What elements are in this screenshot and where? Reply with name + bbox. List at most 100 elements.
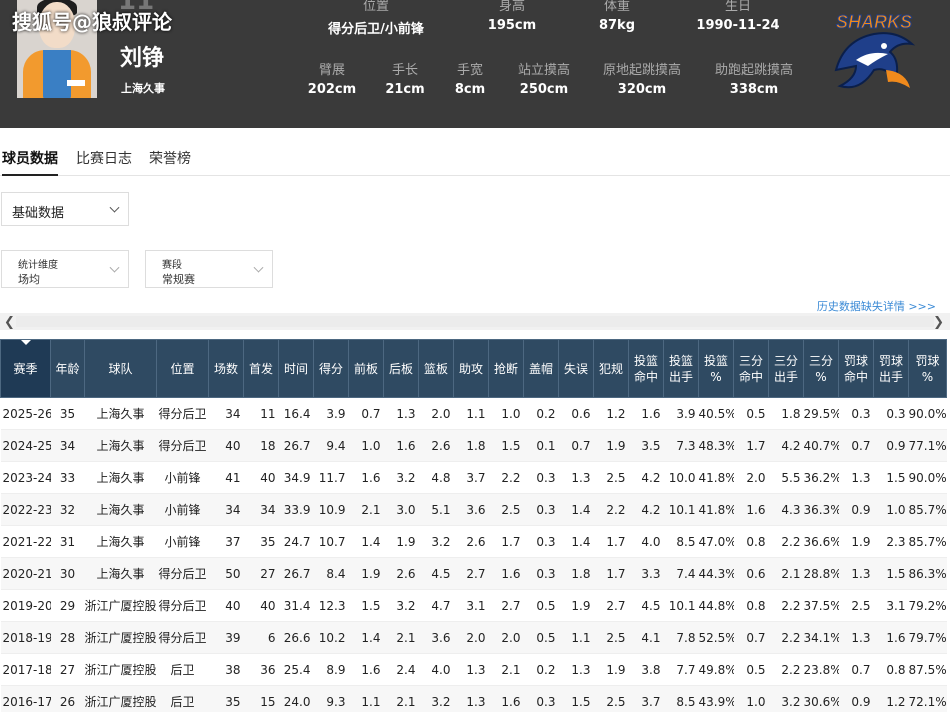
table-cell: 2018-19 (0, 621, 51, 654)
table-cell: 26.7 (278, 429, 314, 462)
table-cell: 0.9 (838, 685, 874, 712)
table-cell: 2.7 (488, 589, 524, 622)
table-cell: 6 (243, 621, 279, 654)
season-type-select[interactable]: 赛段 常规赛 (145, 250, 273, 288)
column-header[interactable]: 投篮% (698, 339, 734, 398)
table-cell: 34 (208, 397, 244, 430)
table-cell: 2.5 (838, 589, 874, 622)
tab-honors[interactable]: 荣誉榜 (149, 148, 191, 168)
column-header[interactable]: 罚球% (908, 339, 947, 398)
table-cell: 1.9 (383, 525, 419, 558)
column-header[interactable]: 抢断 (488, 339, 524, 398)
table-cell: 得分后卫 (156, 621, 209, 654)
column-header[interactable]: 后板 (383, 339, 419, 398)
table-cell: 50 (208, 557, 244, 590)
table-cell: 2.7 (453, 557, 489, 590)
column-header[interactable]: 前板 (348, 339, 384, 398)
table-cell: 72.1% (908, 685, 947, 712)
table-cell: 3.2 (383, 461, 419, 494)
column-header[interactable]: 三分% (803, 339, 839, 398)
profile-value: 得分后卫/小前锋 (328, 22, 424, 37)
column-header[interactable]: 场数 (208, 339, 244, 398)
table-cell: 2.2 (593, 493, 629, 526)
category-select[interactable]: 基础数据 (1, 192, 129, 226)
table-cell: 1.7 (593, 557, 629, 590)
table-cell: 12.3 (313, 589, 349, 622)
chevron-down-icon (109, 262, 120, 273)
table-cell: 35 (208, 685, 244, 712)
profile-weight: 体重 87kg (562, 0, 672, 33)
table-cell: 2023-24 (0, 461, 51, 494)
profile-value: 1990-11-24 (696, 18, 780, 33)
table-cell: 1.8 (768, 397, 804, 430)
column-header[interactable]: 盖帽 (523, 339, 559, 398)
table-row: 2019-20 29 浙江广厦控股 得分后卫 40 40 31.4 12.3 1.5 3.2 4.7… (0, 589, 947, 622)
scroll-right-icon[interactable]: ❯ (933, 315, 944, 330)
table-cell: 86.3% (908, 557, 947, 590)
column-header[interactable]: 失误 (558, 339, 594, 398)
column-header[interactable]: 犯规 (593, 339, 629, 398)
table-cell: 16.4 (278, 397, 314, 430)
table-cell: 34.9 (278, 461, 314, 494)
table-cell: 4.5 (628, 589, 664, 622)
profile-standing-reach: 站立摸高 250cm (489, 59, 599, 97)
table-cell: 0.8 (733, 525, 769, 558)
table-cell: 1.5 (488, 429, 524, 462)
table-cell: 87.5% (908, 653, 947, 686)
table-cell: 得分后卫 (156, 397, 209, 430)
table-cell: 1.5 (558, 685, 594, 712)
column-header[interactable]: 罚球 命中 (838, 339, 874, 398)
table-cell: 34 (243, 493, 279, 526)
table-cell: 36 (243, 653, 279, 686)
column-header[interactable]: 篮板 (418, 339, 454, 398)
column-header[interactable]: 年龄 (50, 339, 85, 398)
table-cell: 30 (50, 557, 85, 590)
table-cell: 40.7% (803, 429, 839, 462)
table-cell: 36.3% (803, 493, 839, 526)
history-missing-link[interactable]: 历史数据缺失详情 >>> (817, 298, 936, 314)
table-row: 2025-26 35 上海久事 得分后卫 34 11 16.4 3.9 0.7 1.3 2.0 1.1… (0, 397, 947, 430)
table-row: 2021-22 31 上海久事 小前锋 37 35 24.7 10.7 1.4 1.9 3.2 2.6… (0, 525, 947, 558)
table-cell: 90.0% (908, 397, 947, 430)
dimension-select[interactable]: 统计维度 场均 (1, 250, 129, 288)
column-header[interactable]: 罚球 出手 (873, 339, 909, 398)
table-cell: 4.2 (628, 493, 664, 526)
horizontal-scrollbar[interactable]: ❮ ❯ (0, 313, 950, 330)
table-cell: 1.9 (593, 429, 629, 462)
table-cell: 3.5 (628, 429, 664, 462)
table-cell: 32 (50, 493, 85, 526)
table-cell: 9.4 (313, 429, 349, 462)
column-header[interactable]: 得分 (313, 339, 349, 398)
scrollbar-thumb[interactable] (16, 316, 934, 327)
table-cell: 2.1 (488, 653, 524, 686)
table-cell: 3.6 (453, 493, 489, 526)
tab-player-data[interactable]: 球员数据 (2, 148, 58, 176)
table-cell: 10.2 (313, 621, 349, 654)
table-cell: 1.4 (348, 621, 384, 654)
column-header[interactable]: 球队 (84, 339, 157, 398)
table-cell: 2022-23 (0, 493, 51, 526)
column-header[interactable]: 首发 (243, 339, 279, 398)
column-header[interactable]: 投篮 出手 (663, 339, 699, 398)
table-cell: 31 (50, 525, 85, 558)
column-header[interactable]: 位置 (156, 339, 209, 398)
column-header[interactable]: 助攻 (453, 339, 489, 398)
scroll-left-icon[interactable]: ❮ (4, 315, 15, 330)
table-cell: 上海久事 (84, 461, 157, 494)
table-cell: 0.5 (733, 653, 769, 686)
table-cell: 1.5 (873, 461, 909, 494)
column-header[interactable]: 赛季 (0, 339, 51, 398)
table-cell: 7.4 (663, 557, 699, 590)
table-cell: 38 (208, 653, 244, 686)
column-header[interactable]: 三分 出手 (768, 339, 804, 398)
column-header[interactable]: 时间 (278, 339, 314, 398)
tab-game-log[interactable]: 比赛日志 (76, 148, 132, 168)
table-cell: 85.7% (908, 493, 947, 526)
table-cell: 1.9 (348, 557, 384, 590)
column-header[interactable]: 三分 命中 (733, 339, 769, 398)
table-cell: 0.8 (733, 589, 769, 622)
column-header[interactable]: 投篮 命中 (628, 339, 664, 398)
profile-value: 87kg (598, 18, 636, 33)
table-cell: 3.0 (383, 493, 419, 526)
table-cell: 10.7 (313, 525, 349, 558)
